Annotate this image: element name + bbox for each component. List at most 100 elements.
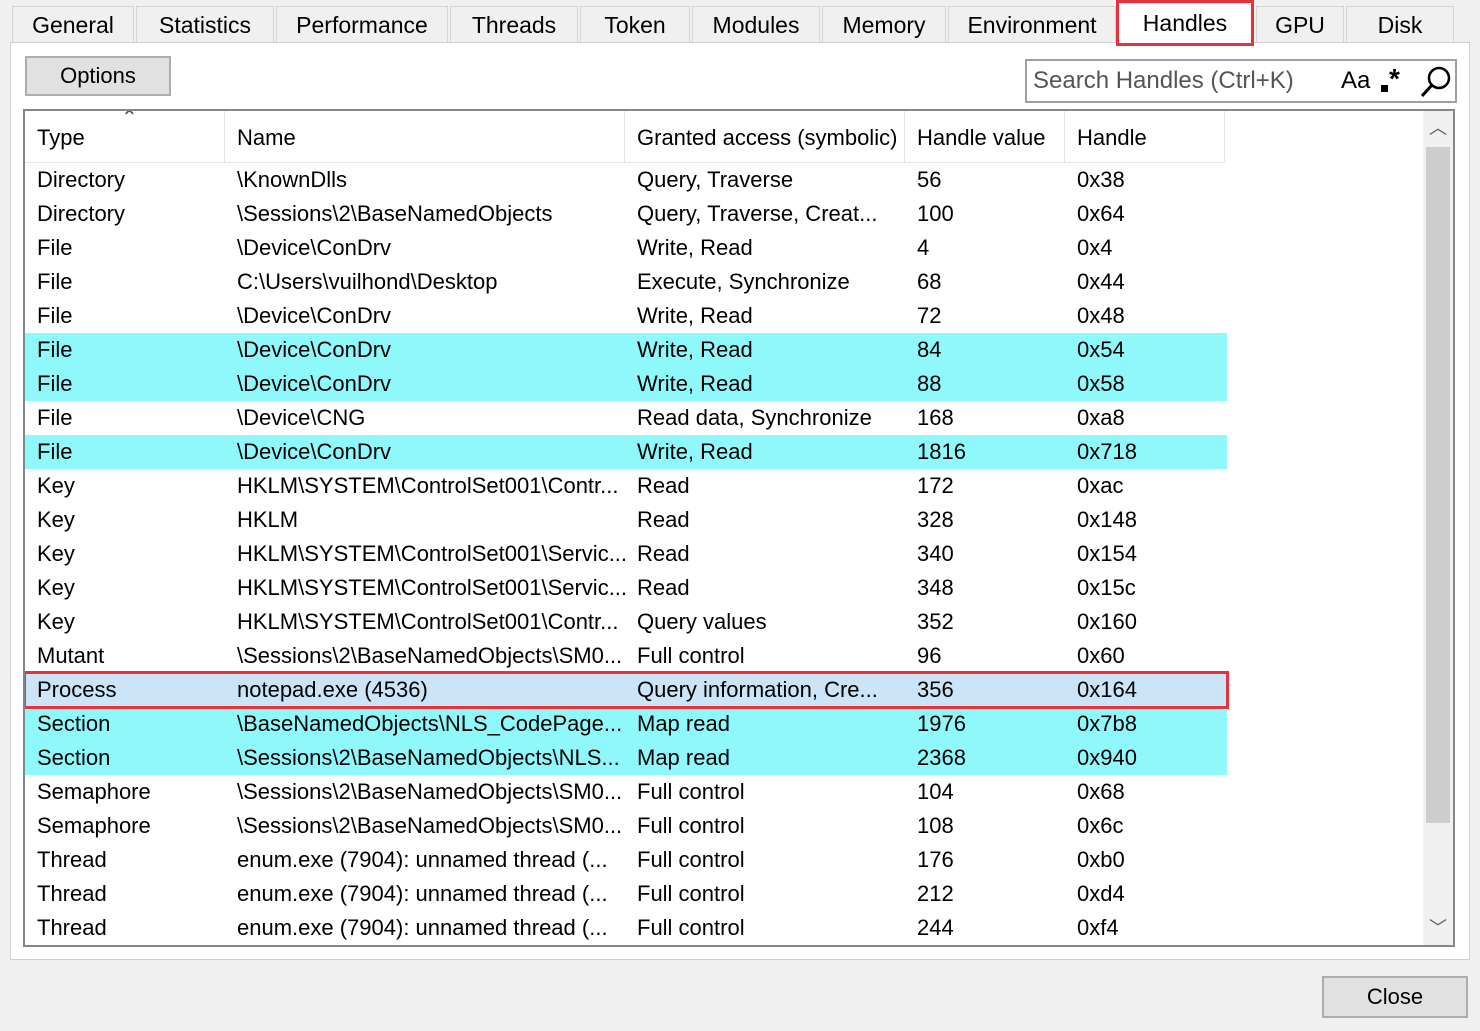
column-header-handle[interactable]: Handle	[1065, 111, 1225, 163]
table-row[interactable]: Directory \Sessions\2\BaseNamedObjects Que…	[25, 197, 1227, 231]
options-button[interactable]: Options	[25, 56, 171, 96]
cell-granted-access: Write, Read	[637, 303, 753, 328]
cell-handle-value: 108	[917, 813, 954, 838]
cell-granted-access: Full control	[637, 779, 745, 804]
scroll-up-icon[interactable]: ︿	[1423, 111, 1453, 145]
cell-handle-value: 4	[917, 235, 930, 260]
table-row[interactable]: File \Device\ConDrv Write, Read 84 0x54	[25, 333, 1227, 367]
cell-name: \Sessions\2\BaseNamedObjects	[237, 201, 553, 226]
cell-handle-value: 104	[917, 779, 954, 804]
table-row[interactable]: Semaphore \Sessions\2\BaseNamedObjects\SM…	[25, 775, 1227, 809]
cell-type: Semaphore	[37, 813, 151, 838]
cell-granted-access: Write, Read	[637, 235, 753, 260]
cell-type: Key	[37, 473, 75, 498]
table-row[interactable]: Process notepad.exe (4536) Query informati…	[25, 671, 1229, 709]
tab-general[interactable]: General	[12, 6, 134, 42]
table-row[interactable]: Thread enum.exe (7904): unnamed thread (.…	[25, 877, 1227, 911]
cell-handle: 0xd4	[1077, 881, 1125, 906]
cell-handle: 0x15c	[1077, 575, 1136, 600]
table-row[interactable]: Directory \KnownDlls Query, Traverse 56 0x38	[25, 163, 1227, 197]
cell-name: \Sessions\2\BaseNamedObjects\NLS...	[237, 745, 620, 770]
search-input[interactable]	[1033, 65, 1333, 97]
table-row[interactable]: Section \Sessions\2\BaseNamedObjects\NLS.…	[25, 741, 1227, 775]
cell-type: Thread	[37, 881, 107, 906]
cell-handle-value: 212	[917, 881, 954, 906]
table-row[interactable]: File \Device\ConDrv Write, Read 88 0x58	[25, 367, 1227, 401]
search-box: Aa *	[1025, 59, 1457, 103]
cell-handle-value: 352	[917, 609, 954, 634]
cell-handle-value: 1976	[917, 711, 966, 736]
tab-memory[interactable]: Memory	[822, 6, 946, 42]
scroll-down-icon[interactable]: ﹀	[1423, 911, 1453, 945]
tab-gpu[interactable]: GPU	[1256, 6, 1344, 42]
column-header-handle-value[interactable]: Handle value	[905, 111, 1065, 163]
cell-handle-value: 56	[917, 167, 942, 192]
cell-handle-value: 244	[917, 915, 954, 940]
table-row[interactable]: File \Device\ConDrv Write, Read 1816 0x718	[25, 435, 1227, 469]
cell-name: enum.exe (7904): unnamed thread (...	[237, 847, 608, 872]
tab-statistics[interactable]: Statistics	[136, 6, 274, 42]
column-header-granted-access[interactable]: Granted access (symbolic)	[625, 111, 905, 163]
cell-type: Key	[37, 541, 75, 566]
table-row[interactable]: Mutant \Sessions\2\BaseNamedObjects\SM0..…	[25, 639, 1227, 673]
cell-handle: 0xa8	[1077, 405, 1125, 430]
cell-handle: 0x68	[1077, 779, 1125, 804]
table-row[interactable]: Key HKLM Read 328 0x148	[25, 503, 1227, 537]
cell-granted-access: Query, Traverse, Creat...	[637, 201, 878, 226]
cell-granted-access: Full control	[637, 813, 745, 838]
column-header-name[interactable]: Name	[225, 111, 625, 163]
scrollbar-thumb[interactable]	[1426, 147, 1450, 823]
cell-handle: 0x718	[1077, 439, 1137, 464]
cell-granted-access: Read	[637, 541, 690, 566]
table-row[interactable]: Semaphore \Sessions\2\BaseNamedObjects\SM…	[25, 809, 1227, 843]
table-row[interactable]: Thread enum.exe (7904): unnamed thread (.…	[25, 843, 1227, 877]
cell-granted-access: Read	[637, 575, 690, 600]
tab-performance[interactable]: Performance	[276, 6, 448, 42]
cell-type: Key	[37, 507, 75, 532]
match-case-icon[interactable]: Aa	[1341, 65, 1370, 97]
table-row[interactable]: File \Device\CNG Read data, Synchronize 168…	[25, 401, 1227, 435]
column-header-type[interactable]: Type ⌃	[25, 111, 225, 163]
tab-handles[interactable]: Handles	[1116, 0, 1254, 46]
cell-name: \Device\ConDrv	[237, 303, 392, 328]
cell-handle-value: 88	[917, 371, 942, 396]
close-button[interactable]: Close	[1322, 976, 1468, 1018]
sort-ascending-icon: ⌃	[121, 109, 138, 129]
vertical-scrollbar[interactable]: ︿ ﹀	[1423, 111, 1453, 945]
cell-handle: 0x58	[1077, 371, 1125, 396]
tab-token[interactable]: Token	[580, 6, 690, 42]
tab-threads[interactable]: Threads	[450, 6, 578, 42]
tab-environment[interactable]: Environment	[948, 6, 1116, 42]
table-row[interactable]: Key HKLM\SYSTEM\ControlSet001\Contr... Que…	[25, 605, 1227, 639]
tab-strip: General Statistics Performance Threads T…	[12, 0, 1468, 46]
table-row[interactable]: Key HKLM\SYSTEM\ControlSet001\Contr... Rea…	[25, 469, 1227, 503]
tab-modules[interactable]: Modules	[692, 6, 820, 42]
table-row[interactable]: File \Device\ConDrv Write, Read 4 0x4	[25, 231, 1227, 265]
cell-name: \Device\ConDrv	[237, 235, 392, 260]
table-row[interactable]: Key HKLM\SYSTEM\ControlSet001\Servic... Re…	[25, 537, 1227, 571]
cell-granted-access: Write, Read	[637, 371, 753, 396]
table-row[interactable]: Key HKLM\SYSTEM\ControlSet001\Servic... Re…	[25, 571, 1227, 605]
table-row[interactable]: File C:\Users\vuilhond\Desktop Execute, Sy…	[25, 265, 1227, 299]
cell-name: enum.exe (7904): unnamed thread (...	[237, 881, 608, 906]
list-rows: Directory \KnownDlls Query, Traverse 56 0x38…	[25, 163, 1229, 945]
table-row[interactable]: Section \BaseNamedObjects\NLS_CodePage...…	[25, 707, 1227, 741]
cell-name: HKLM\SYSTEM\ControlSet001\Contr...	[237, 609, 619, 634]
regex-icon[interactable]: *	[1381, 63, 1400, 95]
cell-handle: 0xac	[1077, 473, 1124, 498]
cell-type: File	[37, 269, 73, 294]
cell-handle: 0x7b8	[1077, 711, 1137, 736]
cell-type: Key	[37, 609, 75, 634]
cell-name: enum.exe (7904): unnamed thread (...	[237, 915, 608, 940]
tab-disk[interactable]: Disk	[1346, 6, 1454, 42]
table-row[interactable]: Thread enum.exe (7904): unnamed thread (.…	[25, 911, 1227, 945]
cell-handle-value: 1816	[917, 439, 966, 464]
cell-type: Semaphore	[37, 779, 151, 804]
handles-list[interactable]: Type ⌃ Name Granted access (symbolic) Ha…	[23, 109, 1455, 947]
table-row[interactable]: File \Device\ConDrv Write, Read 72 0x48	[25, 299, 1227, 333]
cell-handle: 0x148	[1077, 507, 1137, 532]
cell-handle-value: 172	[917, 473, 954, 498]
search-icon[interactable]	[1419, 65, 1453, 99]
cell-handle-value: 348	[917, 575, 954, 600]
cell-type: Process	[37, 677, 117, 702]
